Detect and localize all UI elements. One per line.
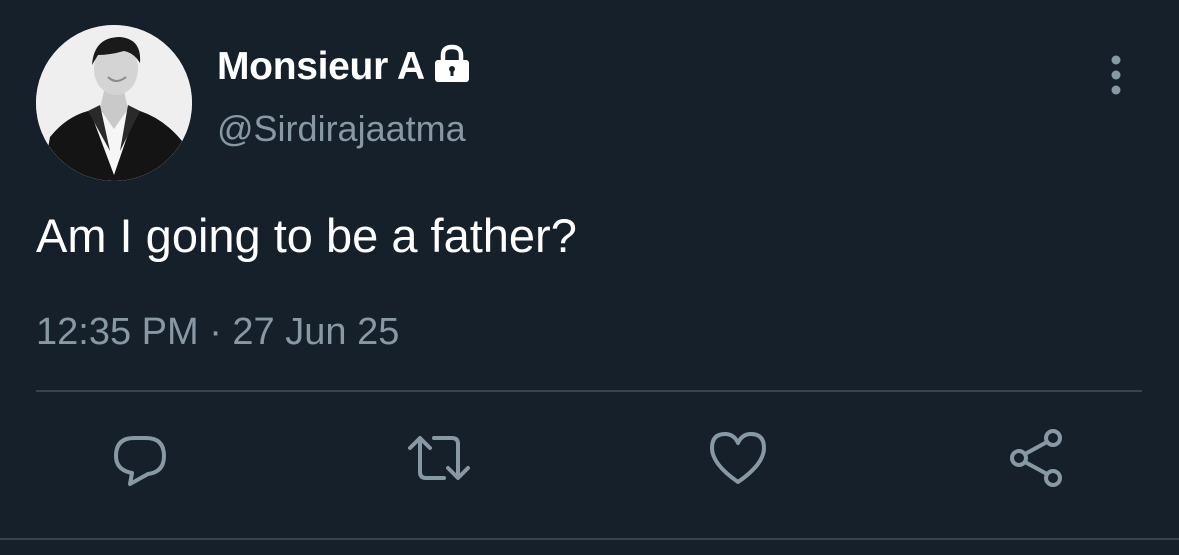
- action-bar: [0, 425, 1179, 505]
- more-vertical-icon[interactable]: [1098, 54, 1134, 98]
- reply-icon: [108, 426, 172, 495]
- tweet-text: Am I going to be a father?: [36, 209, 577, 262]
- display-name-row: Monsieur A: [217, 42, 473, 92]
- bottom-divider: [0, 538, 1179, 540]
- share-button[interactable]: [1002, 425, 1072, 495]
- tweet-timestamp[interactable]: 12:35 PM · 27 Jun 25: [36, 311, 399, 354]
- display-name[interactable]: Monsieur A: [217, 45, 425, 89]
- tweet-card: Monsieur A @Sirdirajaatma Am I going to …: [0, 0, 1179, 555]
- retweet-button[interactable]: [404, 425, 474, 495]
- avatar[interactable]: [36, 25, 192, 181]
- heart-icon: [706, 426, 770, 495]
- avatar-photo: [36, 25, 192, 181]
- retweet-icon: [404, 426, 474, 495]
- share-icon: [1005, 426, 1069, 495]
- like-button[interactable]: [703, 425, 773, 495]
- lock-icon: [431, 43, 473, 85]
- reply-button[interactable]: [105, 425, 175, 495]
- divider: [36, 390, 1142, 392]
- user-handle[interactable]: @Sirdirajaatma: [217, 108, 466, 150]
